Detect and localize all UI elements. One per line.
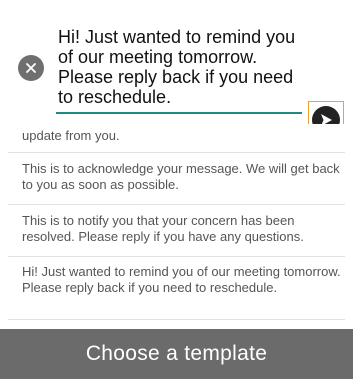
clear-message-button[interactable] <box>18 55 44 81</box>
template-picker-sheet: Hi! Just wanted to remind you of our mee… <box>0 0 353 379</box>
template-list: update from you. This is to acknowledge … <box>0 124 353 329</box>
choose-template-bar[interactable]: Choose a template <box>0 329 353 379</box>
message-input[interactable]: Hi! Just wanted to remind you of our mee… <box>58 27 302 107</box>
close-icon <box>26 63 36 73</box>
template-item[interactable]: This is to notify you that your concern … <box>8 213 345 257</box>
message-input-underline <box>56 112 302 114</box>
choose-template-label: Choose a template <box>85 342 268 365</box>
template-item[interactable]: Hi! Just wanted to remind you of our mee… <box>8 264 345 320</box>
template-item[interactable]: update from you. <box>8 128 345 153</box>
template-item[interactable]: This is to acknowledge your message. We … <box>8 161 345 205</box>
compose-area: Hi! Just wanted to remind you of our mee… <box>0 0 353 139</box>
